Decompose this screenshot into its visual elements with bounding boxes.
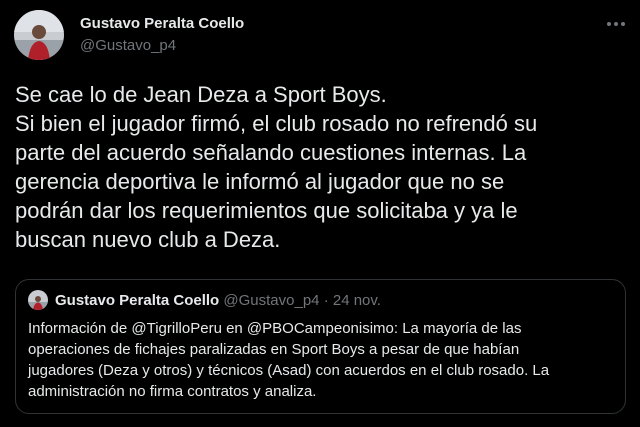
quoted-tweet[interactable]: Gustavo Peralta Coello @Gustavo_p4 · 24 … <box>15 279 626 414</box>
more-options-button[interactable] <box>604 12 628 36</box>
quoted-tweet-header: Gustavo Peralta Coello @Gustavo_p4 · 24 … <box>55 292 381 309</box>
author-handle[interactable]: @Gustavo_p4 <box>80 37 176 54</box>
quoted-tweet-date: 24 nov. <box>332 292 381 309</box>
author-name[interactable]: Gustavo Peralta Coello <box>80 15 244 32</box>
quoted-text-line: operaciones de fichajes paralizadas en S… <box>28 341 520 358</box>
more-horizontal-icon <box>607 22 625 26</box>
tweet-text-line: podrán dar los requerimientos que solici… <box>15 198 518 223</box>
tweet-text-line: gerencia deportiva le informó al jugador… <box>15 169 505 194</box>
quoted-text-line: jugadores (Deza y otros) y técnicos (Asa… <box>28 362 550 379</box>
avatar-image <box>14 10 64 60</box>
tweet-text-line: Se cae lo de Jean Deza a Sport Boys. <box>15 82 387 107</box>
quoted-text-line: administración no firma contratos y anal… <box>28 383 317 400</box>
author-avatar[interactable] <box>14 10 64 60</box>
tweet-text-line: buscan nuevo club a Deza. <box>15 227 281 252</box>
quoted-author-name: Gustavo Peralta Coello <box>55 292 220 309</box>
tweet-card: Gustavo Peralta Coello @Gustavo_p4 Se ca… <box>0 0 640 427</box>
quoted-author-handle: @Gustavo_p4 <box>223 292 320 309</box>
tweet-text: Se cae lo de Jean Deza a Sport Boys. Si … <box>15 80 627 254</box>
tweet-text-line: Si bien el jugador firmó, el club rosado… <box>15 111 538 136</box>
dot-separator: · <box>323 292 329 309</box>
tweet-text-line: parte del acuerdo señalando cuestiones i… <box>15 140 527 165</box>
quoted-tweet-text: Información de @TigrilloPeru en @PBOCamp… <box>28 318 618 402</box>
quoted-author-avatar <box>28 290 48 310</box>
quoted-text-line: Información de @TigrilloPeru en @PBOCamp… <box>28 320 522 337</box>
avatar-image <box>28 290 48 310</box>
